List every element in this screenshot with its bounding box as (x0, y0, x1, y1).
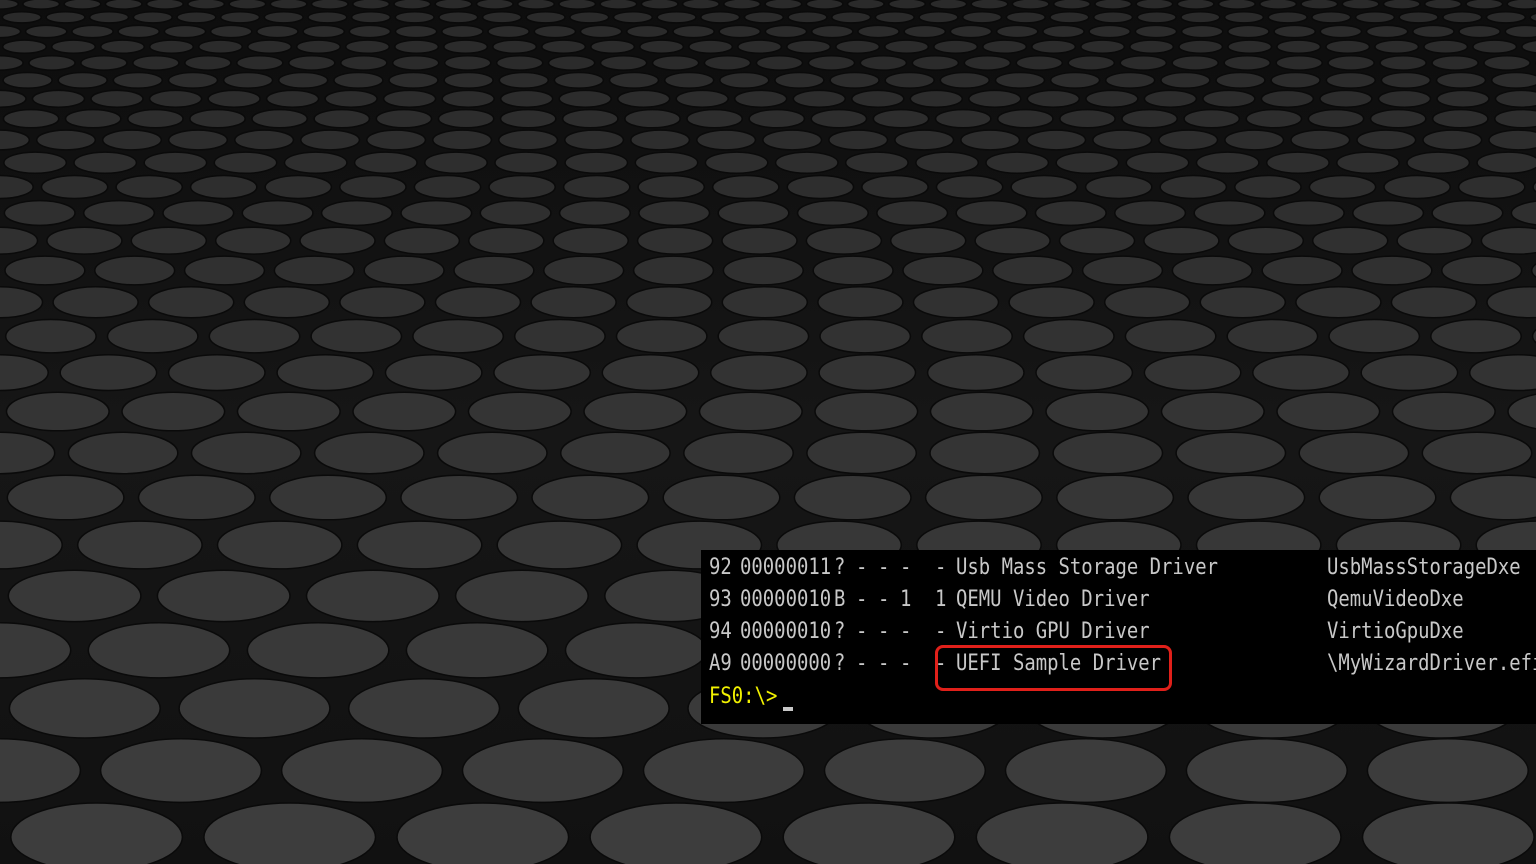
driver-version: 00000010 (740, 587, 832, 612)
driver-handle: 94 (709, 619, 732, 644)
driver-version: 00000010 (740, 619, 832, 644)
driver-type: ? (834, 651, 846, 676)
driver-version: 00000011 (740, 555, 832, 580)
driver-type: B (834, 587, 846, 612)
driver-version: 00000000 (740, 651, 832, 676)
driver-cfg: - (856, 619, 868, 644)
driver-row: 92 00000011 ? - - - - Usb Mass Storage D… (701, 552, 1536, 584)
driver-image: \MyWizardDriver.efi (1327, 651, 1536, 676)
driver-children: - (935, 619, 947, 644)
driver-cfg: - (856, 555, 868, 580)
driver-controllers: - (900, 651, 912, 676)
driver-diag: - (878, 619, 890, 644)
driver-row: 94 00000010 ? - - - - Virtio GPU Driver … (701, 616, 1536, 648)
driver-diag: - (878, 651, 890, 676)
desktop: 92 00000011 ? - - - - Usb Mass Storage D… (0, 0, 1536, 864)
driver-name: QEMU Video Driver (956, 587, 1150, 612)
driver-handle: 92 (709, 555, 732, 580)
driver-children: 1 (935, 587, 947, 612)
driver-handle: 93 (709, 587, 732, 612)
driver-controllers: - (900, 619, 912, 644)
driver-name: Virtio GPU Driver (956, 619, 1150, 644)
text-cursor (783, 707, 793, 711)
driver-row: 93 00000010 B - - 1 1 QEMU Video Driver … (701, 584, 1536, 616)
shell-prompt: FS0:\> (709, 684, 778, 709)
driver-diag: - (878, 587, 890, 612)
driver-image: UsbMassStorageDxe (1327, 555, 1521, 580)
driver-image: QemuVideoDxe (1327, 587, 1464, 612)
driver-type: ? (834, 619, 846, 644)
driver-cfg: - (856, 651, 868, 676)
driver-image: VirtioGpuDxe (1327, 619, 1464, 644)
driver-controllers: - (900, 555, 912, 580)
driver-handle: A9 (709, 651, 732, 676)
driver-controllers: 1 (900, 587, 912, 612)
driver-name: Usb Mass Storage Driver (956, 555, 1218, 580)
driver-type: ? (834, 555, 846, 580)
driver-cfg: - (856, 587, 868, 612)
driver-diag: - (878, 555, 890, 580)
uefi-shell-console[interactable]: 92 00000011 ? - - - - Usb Mass Storage D… (701, 550, 1536, 724)
driver-children: - (935, 555, 947, 580)
highlight-annotation-box (935, 645, 1172, 691)
